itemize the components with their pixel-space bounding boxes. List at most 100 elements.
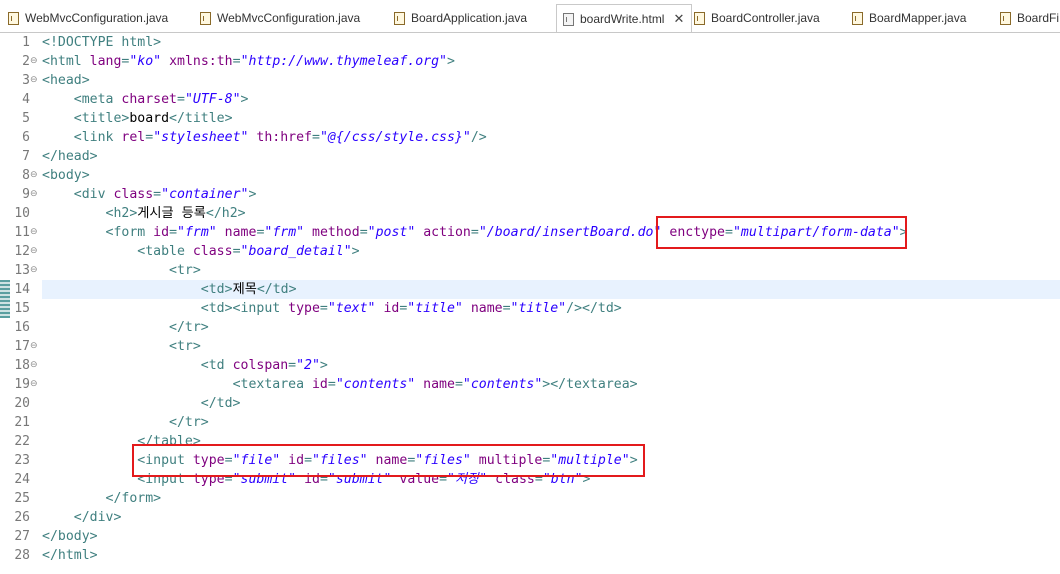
token-value: "title"	[510, 301, 567, 316]
token-tag: </tr>	[169, 415, 209, 430]
code-line[interactable]: <table class="board_detail">	[42, 242, 1060, 261]
fold-toggle-icon[interactable]: ⊖	[30, 261, 39, 280]
token-tag: =	[153, 187, 162, 202]
tab-webmvcconfiguration-java[interactable]: WebMvcConfiguration.java	[8, 5, 198, 31]
code-line[interactable]: </tr>	[42, 318, 1060, 337]
code-line[interactable]: <div class="container">	[42, 185, 1060, 204]
fold-toggle-icon[interactable]: ⊖	[30, 356, 39, 375]
token-attr: method	[312, 225, 360, 240]
tab-boardfi[interactable]: BoardFi	[1000, 5, 1060, 31]
code-line[interactable]: <!DOCTYPE html>	[42, 33, 1060, 52]
line-number: 13	[14, 263, 30, 278]
token-tag: <table	[137, 244, 193, 259]
token-tag: <textarea	[232, 377, 312, 392]
fold-toggle-icon[interactable]: ⊖	[30, 337, 39, 356]
token-attr: colspan	[232, 358, 289, 373]
code-line[interactable]: <link rel="stylesheet" th:href="@{/css/s…	[42, 128, 1060, 147]
code-line[interactable]: </tr>	[42, 413, 1060, 432]
token-tag: =	[288, 358, 297, 373]
code-line[interactable]: </div>	[42, 508, 1060, 527]
tab-webmvcconfiguration-java[interactable]: WebMvcConfiguration.java	[200, 5, 390, 31]
fold-toggle-icon[interactable]: ⊖	[30, 242, 39, 261]
code-line[interactable]: <td><input type="text" id="title" name="…	[42, 299, 1060, 318]
tab-boardmapper-java[interactable]: BoardMapper.java	[852, 5, 997, 31]
line-number: 22	[14, 434, 30, 449]
line-number: 6	[22, 130, 30, 145]
line-number: 27	[14, 529, 30, 544]
fold-toggle-icon[interactable]: ⊖	[30, 185, 39, 204]
code-area[interactable]: <!DOCTYPE html> <html lang="ko" xmlns:th=…	[42, 33, 1060, 574]
token-tag	[463, 301, 471, 316]
tab-label: WebMvcConfiguration.java	[217, 11, 361, 25]
token-tag	[161, 54, 169, 69]
code-line[interactable]: <tr>	[42, 261, 1060, 280]
code-line[interactable]: <form id="frm" name="frm" method="post" …	[42, 223, 1060, 242]
token-value: "http://www.thymeleaf.org"	[240, 54, 447, 69]
token-attr: action	[423, 225, 471, 240]
code-line[interactable]: <td colspan="2">	[42, 356, 1060, 375]
code-line[interactable]: <tr>	[42, 337, 1060, 356]
tab-boardapplication-java[interactable]: BoardApplication.java	[394, 5, 559, 31]
line-number: 8	[22, 168, 30, 183]
line-number: 12	[14, 244, 30, 259]
fold-toggle-icon[interactable]: ⊖	[30, 52, 39, 71]
code-line[interactable]: <h2>게시글 등록</h2>	[42, 204, 1060, 223]
token-tag: <tr>	[169, 263, 201, 278]
code-line[interactable]: <td>제목</td>	[42, 280, 1060, 299]
line-number: 28	[14, 548, 30, 563]
file-input-highlight	[132, 444, 645, 477]
fold-toggle-icon[interactable]: ⊖	[30, 375, 39, 394]
token-value: "post"	[367, 225, 416, 240]
fold-toggle-icon[interactable]: ⊖	[30, 166, 39, 185]
token-value: "stylesheet"	[153, 130, 249, 145]
token-tag	[304, 225, 312, 240]
token-tag: <form	[105, 225, 154, 240]
code-line[interactable]: <html lang="ko" xmlns:th="http://www.thy…	[42, 52, 1060, 71]
token-tag: =	[312, 130, 320, 145]
tab-boardcontroller-java[interactable]: BoardController.java	[694, 5, 849, 31]
token-tag: />	[470, 130, 487, 145]
code-line[interactable]: </html>	[42, 546, 1060, 565]
token-tag: /></td>	[566, 301, 622, 316]
code-line[interactable]: <body>	[42, 166, 1060, 185]
token-attr: name	[423, 377, 455, 392]
token-tag: </td>	[200, 396, 241, 411]
token-tag: </form>	[105, 491, 162, 506]
tab-boardwrite-html[interactable]: boardWrite.html ✕	[556, 4, 692, 32]
token-tag: =	[232, 244, 241, 259]
code-line[interactable]: </form>	[42, 489, 1060, 508]
token-text: 제목	[232, 282, 257, 297]
token-value: "frm"	[177, 225, 217, 240]
code-line[interactable]: </head>	[42, 147, 1060, 166]
tab-label: WebMvcConfiguration.java	[25, 11, 169, 25]
token-tag: <td	[200, 358, 233, 373]
code-line[interactable]: <title>board</title>	[42, 109, 1060, 128]
token-tag: <head>	[42, 73, 90, 88]
token-tag: </html>	[42, 548, 98, 563]
close-tab-icon[interactable]: ✕	[673, 11, 684, 27]
line-number: 5	[22, 111, 30, 126]
token-tag	[217, 225, 225, 240]
code-line[interactable]: </td>	[42, 394, 1060, 413]
code-line[interactable]: <meta charset="UTF-8">	[42, 90, 1060, 109]
code-line[interactable]: <head>	[42, 71, 1060, 90]
token-text: board	[129, 111, 170, 126]
token-attr: id	[383, 301, 400, 316]
code-line[interactable]: </body>	[42, 527, 1060, 546]
token-attr: id	[153, 225, 170, 240]
code-editor[interactable]: 1 2 ⊖ 3 ⊖ 4 5 6 7 8 ⊖ 9 ⊖ 10 11 ⊖ 12 ⊖ 13 ⊖ 14 15 16 17 ⊖ 18 ⊖ 19 ⊖ 2…	[0, 33, 1060, 574]
token-value: "/board/insertBoard.do"	[478, 225, 662, 240]
token-value: "contents"	[335, 377, 416, 392]
fold-toggle-icon[interactable]: ⊖	[30, 223, 39, 242]
token-value: "contents"	[462, 377, 543, 392]
code-line[interactable]: <textarea id="contents" name="contents">…	[42, 375, 1060, 394]
fold-toggle-icon[interactable]: ⊖	[30, 71, 39, 90]
